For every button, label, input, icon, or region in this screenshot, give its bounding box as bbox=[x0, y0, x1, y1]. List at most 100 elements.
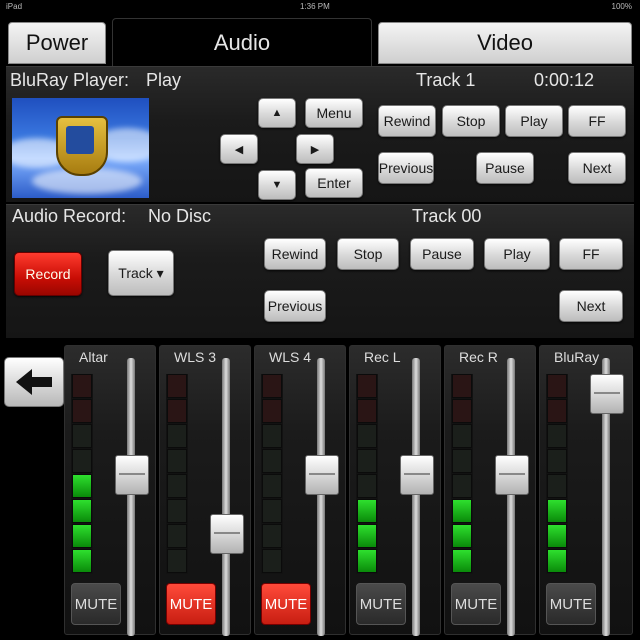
meter-segment bbox=[547, 549, 567, 573]
channel-strip: Altar MUTE bbox=[64, 345, 156, 636]
bluray-stop-button[interactable]: Stop bbox=[442, 105, 500, 137]
meter-segment bbox=[72, 449, 92, 473]
level-meter bbox=[166, 374, 188, 574]
fader-knob[interactable] bbox=[305, 455, 339, 495]
channel-name: WLS 4 bbox=[269, 349, 312, 365]
record-rewind-button[interactable]: Rewind bbox=[264, 238, 326, 270]
fader-knob[interactable] bbox=[210, 514, 244, 554]
record-play-button[interactable]: Play bbox=[484, 238, 550, 270]
device-label: iPad bbox=[6, 2, 23, 11]
meter-segment bbox=[357, 524, 377, 548]
clock: 1:36 PM bbox=[300, 2, 330, 11]
record-pause-button[interactable]: Pause bbox=[410, 238, 474, 270]
tab-video[interactable]: Video bbox=[378, 22, 632, 64]
meter-segment bbox=[167, 499, 187, 523]
meter-segment bbox=[262, 474, 282, 498]
meter-segment bbox=[547, 524, 567, 548]
meter-segment bbox=[547, 424, 567, 448]
nav-down-button[interactable]: ▼ bbox=[258, 170, 296, 200]
fader-knob[interactable] bbox=[400, 455, 434, 495]
record-previous-button[interactable]: Previous bbox=[264, 290, 326, 322]
meter-segment bbox=[452, 524, 472, 548]
meter-segment bbox=[167, 399, 187, 423]
bluray-previous-button[interactable]: Previous bbox=[378, 152, 434, 184]
record-stop-button[interactable]: Stop bbox=[337, 238, 399, 270]
record-button[interactable]: Record bbox=[14, 252, 82, 296]
nav-left-button[interactable]: ◀ bbox=[220, 134, 258, 164]
channel-name: Rec R bbox=[459, 349, 498, 365]
nav-right-button[interactable]: ▶ bbox=[296, 134, 334, 164]
meter-segment bbox=[72, 374, 92, 398]
tab-bar: Power Audio Video bbox=[0, 14, 640, 67]
level-meter bbox=[71, 374, 93, 574]
level-meter bbox=[356, 374, 378, 574]
mute-button[interactable]: MUTE bbox=[356, 583, 406, 625]
meter-segment bbox=[452, 449, 472, 473]
record-next-button[interactable]: Next bbox=[559, 290, 623, 322]
bluray-play-button[interactable]: Play bbox=[505, 105, 563, 137]
channel-name: Rec L bbox=[364, 349, 401, 365]
meter-segment bbox=[72, 474, 92, 498]
meter-segment bbox=[547, 499, 567, 523]
bluray-title: BluRay Player: bbox=[10, 70, 130, 90]
back-button[interactable] bbox=[4, 357, 64, 407]
meter-segment bbox=[167, 549, 187, 573]
record-ff-button[interactable]: FF bbox=[559, 238, 623, 270]
fader-track[interactable] bbox=[507, 358, 515, 636]
fader-track[interactable] bbox=[317, 358, 325, 636]
level-meter bbox=[261, 374, 283, 574]
bluray-ff-button[interactable]: FF bbox=[568, 105, 626, 137]
meter-segment bbox=[452, 399, 472, 423]
menu-button[interactable]: Menu bbox=[305, 98, 363, 128]
mute-button[interactable]: MUTE bbox=[166, 583, 216, 625]
meter-segment bbox=[547, 399, 567, 423]
meter-segment bbox=[547, 374, 567, 398]
enter-button[interactable]: Enter bbox=[305, 168, 363, 198]
meter-segment bbox=[357, 374, 377, 398]
meter-segment bbox=[262, 499, 282, 523]
fader-track[interactable] bbox=[127, 358, 135, 636]
bluray-state: Play bbox=[146, 70, 182, 90]
channel-strip: WLS 4 MUTE bbox=[254, 345, 346, 636]
meter-segment bbox=[167, 424, 187, 448]
meter-segment bbox=[547, 449, 567, 473]
tab-power[interactable]: Power bbox=[8, 22, 106, 64]
fader-knob[interactable] bbox=[115, 455, 149, 495]
meter-segment bbox=[357, 549, 377, 573]
meter-segment bbox=[262, 399, 282, 423]
meter-segment bbox=[452, 424, 472, 448]
meter-segment bbox=[72, 524, 92, 548]
meter-segment bbox=[357, 449, 377, 473]
bluray-rewind-button[interactable]: Rewind bbox=[378, 105, 436, 137]
meter-segment bbox=[262, 549, 282, 573]
fader-knob[interactable] bbox=[495, 455, 529, 495]
mute-button[interactable]: MUTE bbox=[71, 583, 121, 625]
nav-up-button[interactable]: ▲ bbox=[258, 98, 296, 128]
mute-button[interactable]: MUTE bbox=[451, 583, 501, 625]
meter-segment bbox=[357, 424, 377, 448]
fader-knob[interactable] bbox=[590, 374, 624, 414]
level-meter bbox=[546, 374, 568, 574]
mute-button[interactable]: MUTE bbox=[261, 583, 311, 625]
meter-segment bbox=[167, 474, 187, 498]
channel-name: BluRay bbox=[554, 349, 600, 365]
bluray-thumbnail bbox=[12, 98, 149, 198]
tab-audio[interactable]: Audio bbox=[112, 18, 372, 67]
channel-name: WLS 3 bbox=[174, 349, 217, 365]
bluray-time: 0:00:12 bbox=[534, 70, 595, 90]
track-select-dropdown[interactable]: Track ▾ bbox=[108, 250, 174, 296]
channel-strip: Rec L MUTE bbox=[349, 345, 441, 636]
channel-strip: WLS 3 MUTE bbox=[159, 345, 251, 636]
back-arrow-icon bbox=[16, 369, 52, 395]
fader-track[interactable] bbox=[222, 358, 230, 636]
meter-segment bbox=[452, 549, 472, 573]
bluray-track: Track 1 bbox=[416, 70, 476, 90]
channel-name: Altar bbox=[79, 349, 108, 365]
bluray-next-button[interactable]: Next bbox=[568, 152, 626, 184]
battery-level: 100% bbox=[611, 2, 632, 11]
meter-segment bbox=[452, 474, 472, 498]
meter-segment bbox=[167, 374, 187, 398]
mute-button[interactable]: MUTE bbox=[546, 583, 596, 625]
bluray-pause-button[interactable]: Pause bbox=[476, 152, 534, 184]
fader-track[interactable] bbox=[412, 358, 420, 636]
